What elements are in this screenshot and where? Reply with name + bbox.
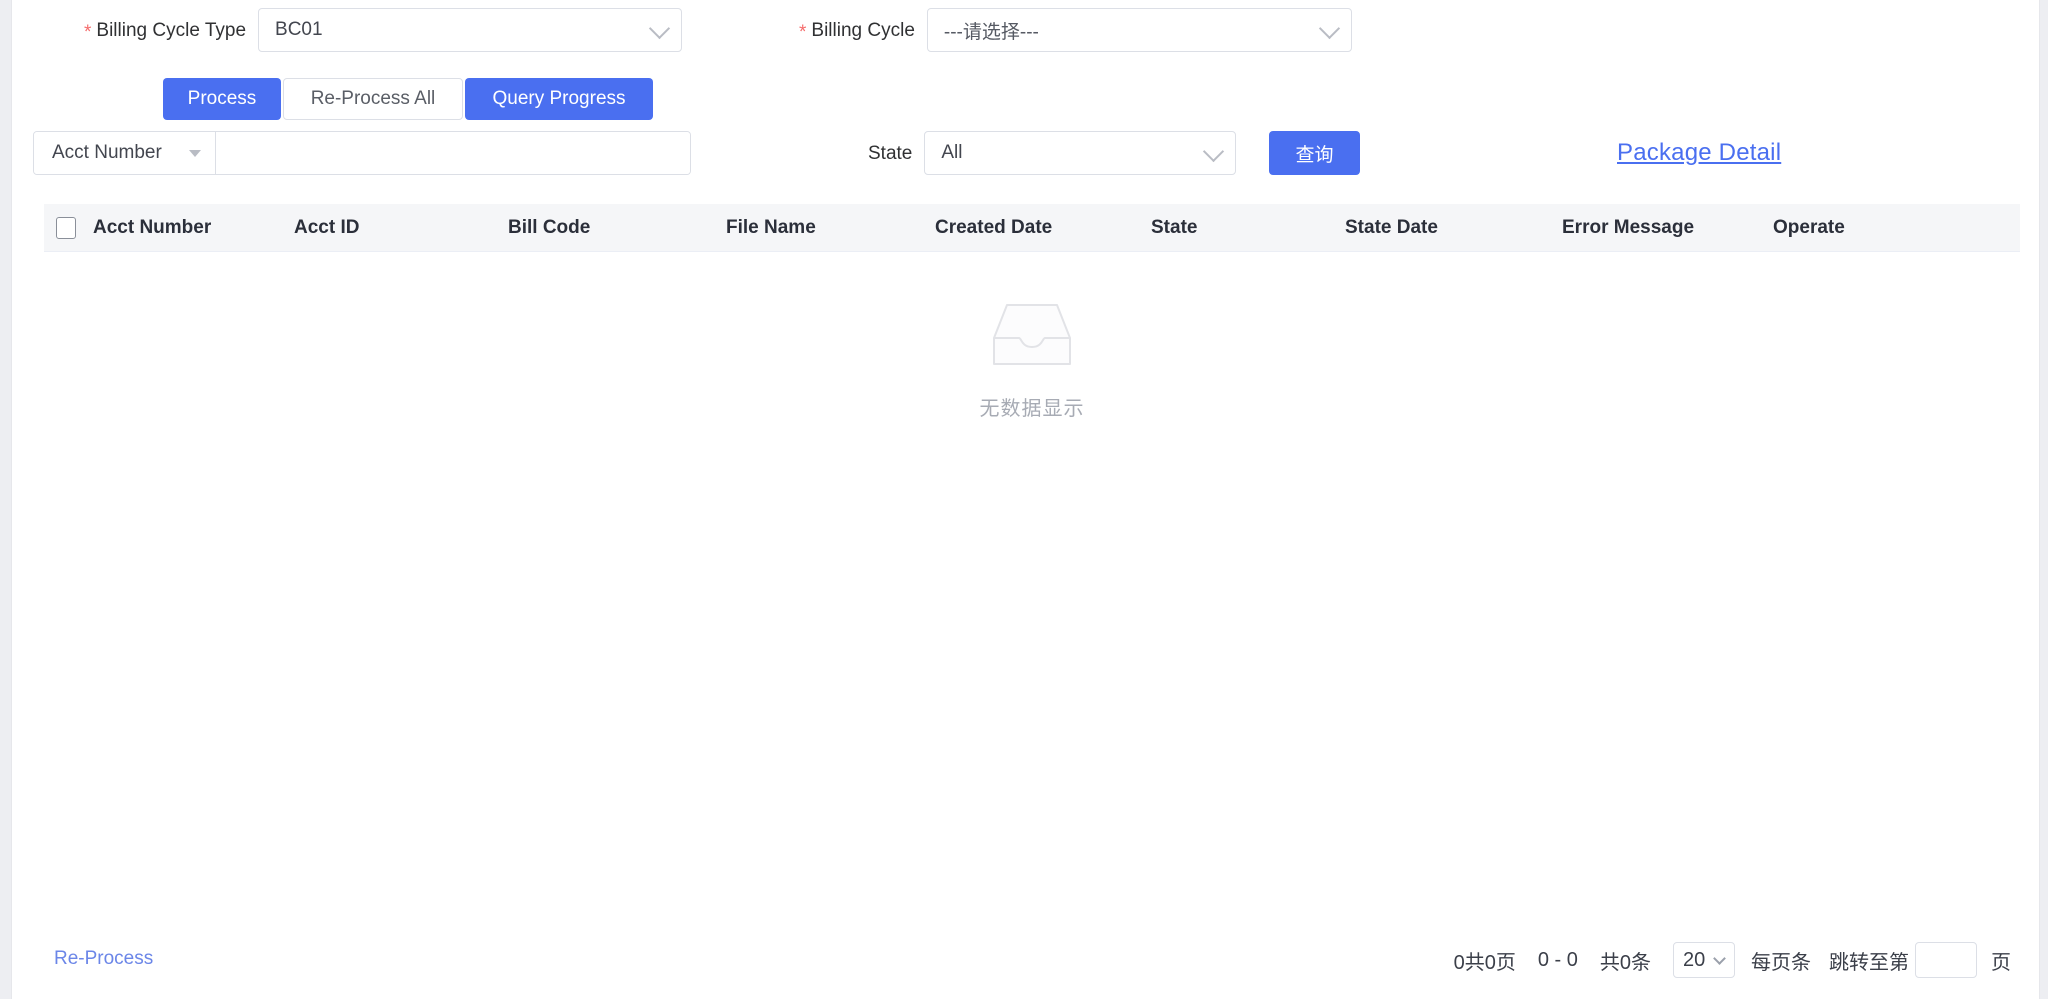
state-select[interactable]: All	[924, 131, 1237, 175]
jump-prefix-label: 跳转至第	[1829, 951, 1909, 974]
results-table: Acct Number Acct ID Bill Code File Name …	[44, 204, 2020, 913]
package-detail-link[interactable]: Package Detail	[1617, 139, 1781, 167]
search-query-button[interactable]: 查询	[1269, 131, 1360, 175]
billing-cycle-field: * Billing Cycle ---请选择---	[799, 8, 1352, 52]
column-header-bill-code[interactable]: Bill Code	[508, 217, 726, 239]
caret-down-icon	[189, 149, 201, 157]
pagination: 0共0页 0 - 0 共0条 20 每页条 跳转至第 页	[1454, 942, 2011, 978]
billing-cycle-type-label: * Billing Cycle Type	[84, 19, 247, 43]
billing-cycle-label: * Billing Cycle	[799, 19, 915, 43]
process-button[interactable]: Process	[163, 78, 281, 120]
column-header-operate[interactable]: Operate	[1773, 217, 1953, 239]
column-header-state-date[interactable]: State Date	[1345, 217, 1562, 239]
column-header-acct-number[interactable]: Acct Number	[76, 217, 294, 239]
table-footer: Re-Process 0共0页 0 - 0 共0条 20 每页条 跳转至第 页	[12, 936, 2039, 999]
required-asterisk-icon: *	[799, 21, 807, 43]
page-size-label: 每页条	[1751, 951, 1811, 974]
column-header-acct-id[interactable]: Acct ID	[294, 217, 508, 239]
state-value: All	[941, 142, 963, 163]
state-label: State	[868, 142, 913, 164]
pagination-total: 共0条	[1599, 951, 1651, 974]
chevron-down-icon	[648, 17, 671, 40]
pagination-range: 0 - 0	[1537, 948, 1578, 971]
column-header-created-date[interactable]: Created Date	[935, 217, 1151, 239]
search-input[interactable]	[216, 132, 690, 174]
reprocess-all-button[interactable]: Re-Process All	[283, 78, 463, 120]
search-filter-row: Acct Number State All 查询 Package Detail	[12, 131, 2039, 179]
column-header-error-message[interactable]: Error Message	[1562, 217, 1773, 239]
search-field-selector[interactable]: Acct Number	[34, 132, 216, 174]
jump-page-input[interactable]	[1915, 942, 1977, 978]
select-all-checkbox[interactable]	[56, 216, 76, 239]
page-size-select[interactable]: 20	[1673, 942, 1735, 978]
empty-inbox-icon	[993, 304, 1071, 365]
billing-cycle-type-value: BC01	[275, 19, 323, 40]
chevron-down-icon	[1713, 952, 1726, 965]
jump-suffix-label: 页	[1991, 951, 2011, 974]
chevron-down-icon	[1203, 140, 1225, 163]
billing-form-row: * Billing Cycle Type BC01 * Billing Cycle …	[12, 8, 2039, 64]
billing-cycle-type-field: * Billing Cycle Type BC01	[84, 8, 683, 52]
table-header-row: Acct Number Acct ID Bill Code File Name …	[44, 204, 2020, 252]
select-all-cell	[44, 216, 76, 239]
column-header-state[interactable]: State	[1151, 217, 1345, 239]
state-filter-field: State All	[868, 131, 1237, 175]
action-button-row: Process Re-Process All Query Progress	[163, 78, 653, 120]
pagination-page-summary: 0共0页	[1453, 951, 1516, 974]
table-body-empty: 无数据显示	[44, 252, 2020, 913]
reprocess-link[interactable]: Re-Process	[54, 948, 153, 970]
search-field-selector-label: Acct Number	[52, 142, 162, 163]
column-header-file-name[interactable]: File Name	[726, 217, 935, 239]
page-size-value: 20	[1683, 948, 1706, 971]
empty-state: 无数据显示	[44, 302, 2020, 421]
billing-cycle-select[interactable]: ---请选择---	[926, 8, 1352, 52]
billing-cycle-type-select[interactable]: BC01	[258, 8, 683, 52]
search-group: Acct Number	[33, 131, 691, 175]
required-asterisk-icon: *	[84, 21, 92, 43]
page-container: * Billing Cycle Type BC01 * Billing Cycle …	[11, 0, 2040, 999]
query-progress-button[interactable]: Query Progress	[465, 78, 653, 120]
empty-state-text: 无数据显示	[979, 398, 1085, 420]
chevron-down-icon	[1318, 17, 1340, 40]
billing-cycle-value: ---请选择---	[943, 21, 1039, 43]
